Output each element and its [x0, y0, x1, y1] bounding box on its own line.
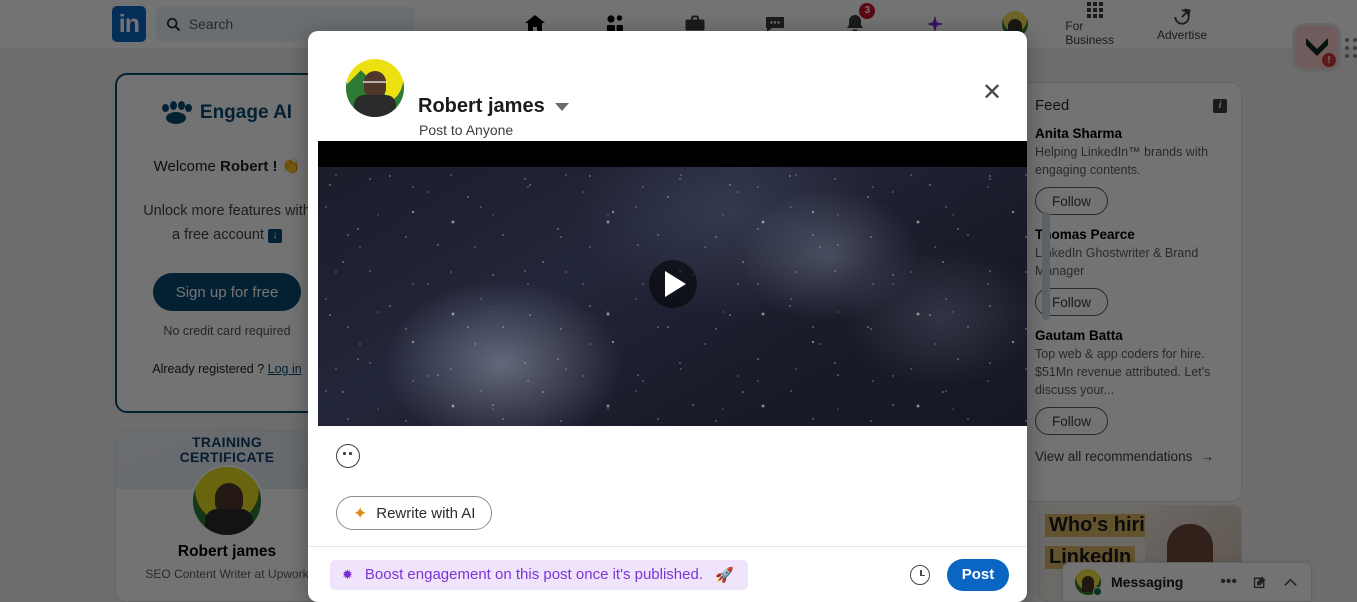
post-author-name: Robert james — [418, 95, 545, 118]
create-post-modal: Robert james Post to Anyone ✕ ✦ Rewrite … — [308, 31, 1027, 602]
chevron-down-icon[interactable] — [555, 103, 569, 111]
schedule-post-icon[interactable] — [905, 560, 935, 590]
clock-icon — [910, 565, 930, 585]
boost-star-icon: ✹ — [342, 567, 353, 583]
post-author-row[interactable]: Robert james — [418, 95, 569, 118]
emoji-picker-icon[interactable] — [336, 444, 360, 468]
rewrite-with-ai-button[interactable]: ✦ Rewrite with AI — [336, 496, 492, 530]
post-video-preview[interactable] — [318, 141, 1027, 426]
modal-footer: ✹ Boost engagement on this post once it'… — [308, 547, 1027, 602]
boost-engagement-chip[interactable]: ✹ Boost engagement on this post once it'… — [330, 560, 748, 590]
post-toolbar: ✦ Rewrite with AI — [308, 426, 1027, 546]
post-button[interactable]: Post — [947, 559, 1009, 591]
close-icon[interactable]: ✕ — [977, 78, 1007, 108]
post-author-avatar[interactable] — [346, 59, 404, 117]
post-audience-selector[interactable]: Post to Anyone — [419, 122, 513, 138]
boost-engagement-label: Boost engagement on this post once it's … — [365, 566, 703, 583]
video-letterbox-bar — [318, 141, 1027, 167]
rewrite-with-ai-label: Rewrite with AI — [376, 505, 475, 522]
play-button-icon[interactable] — [649, 260, 697, 308]
sparkle-icon: ✦ — [353, 505, 367, 522]
post-media-wrapper — [318, 141, 1017, 426]
rocket-icon: 🚀 — [715, 566, 734, 584]
modal-header: Robert james Post to Anyone ✕ — [308, 31, 1027, 141]
